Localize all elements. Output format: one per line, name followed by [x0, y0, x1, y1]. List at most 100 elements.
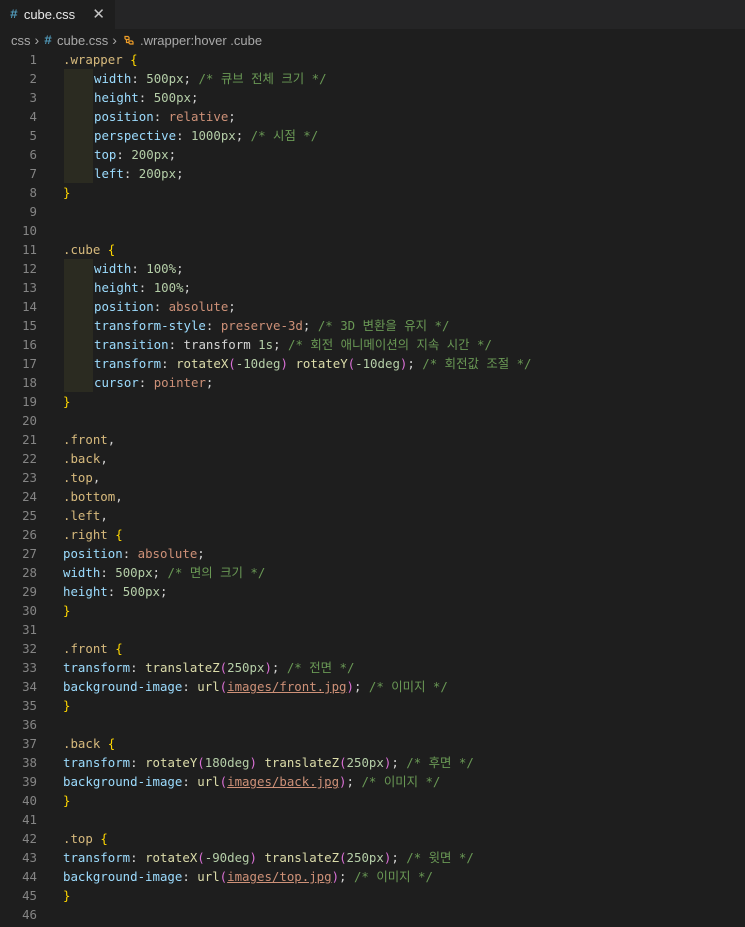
token-punct: :: [107, 584, 123, 599]
token-brace: }: [63, 888, 71, 903]
code-line[interactable]: 22 .back,: [0, 449, 745, 468]
token-brace: {: [107, 242, 116, 257]
tab-cube-css[interactable]: # cube.css ✕: [0, 0, 115, 29]
chevron-right-icon: ›: [34, 32, 40, 48]
indent-guide: [64, 107, 93, 126]
breadcrumb-file[interactable]: cube.css: [57, 33, 108, 48]
code-line[interactable]: 31: [0, 620, 745, 639]
token-num: 200px: [131, 147, 169, 162]
line-number: 45: [22, 888, 37, 903]
code-line[interactable]: 37 .back {: [0, 734, 745, 753]
line-number: 32: [22, 641, 37, 656]
code-line[interactable]: 40}: [0, 791, 745, 810]
code-line[interactable]: 5 perspective: 1000px; /* 시점 */: [0, 126, 745, 145]
code-line[interactable]: 12 width: 100%;: [0, 259, 745, 278]
code-line[interactable]: 16 transition: transform 1s; /* 회전 애니메이션의…: [0, 335, 745, 354]
code-line[interactable]: 11 .cube {: [0, 240, 745, 259]
token-num: 200px: [138, 166, 177, 181]
line-number: 14: [22, 299, 37, 314]
code-line[interactable]: 1 .wrapper {: [0, 50, 745, 69]
code-line[interactable]: 7 left: 200px;: [0, 164, 745, 183]
code-line[interactable]: 8}: [0, 183, 745, 202]
token-punct: :: [182, 869, 198, 884]
line-number: 3: [29, 90, 37, 105]
symbol-class-icon: [124, 35, 134, 45]
indent-guide: [64, 354, 93, 373]
token-prop: width: [63, 565, 101, 580]
code-line[interactable]: 25 .left,: [0, 506, 745, 525]
code-line[interactable]: 2 width: 500px; /* 큐브 전체 크기 */: [0, 69, 745, 88]
token-selector: .bottom: [63, 489, 116, 504]
code-text: transform: rotateY(180deg) translateZ(25…: [63, 753, 474, 772]
token-punct: ;: [152, 565, 168, 580]
token-comment: /* 윗면 */: [406, 850, 474, 865]
token-brace: }: [63, 793, 71, 808]
code-line[interactable]: 30}: [0, 601, 745, 620]
code-line[interactable]: 20: [0, 411, 745, 430]
token-punct: ;: [228, 109, 236, 124]
code-line[interactable]: 21 .front,: [0, 430, 745, 449]
code-text: perspective: 1000px; /* 시점 */: [94, 126, 318, 145]
token-func: url: [197, 774, 220, 789]
code-line[interactable]: 38 transform: rotateY(180deg) translateZ(…: [0, 753, 745, 772]
code-line[interactable]: 26 .right {: [0, 525, 745, 544]
code-text: transform: rotateX(-90deg) translateZ(25…: [63, 848, 474, 867]
code-line[interactable]: 42 .top {: [0, 829, 745, 848]
line-number: 15: [22, 318, 37, 333]
code-line[interactable]: 35}: [0, 696, 745, 715]
code-line[interactable]: 13 height: 100%;: [0, 278, 745, 297]
token-comment: /* 후면 */: [406, 755, 474, 770]
code-line[interactable]: 32 .front {: [0, 639, 745, 658]
token-brace: {: [115, 641, 123, 656]
close-icon[interactable]: ✕: [92, 7, 105, 22]
code-line[interactable]: 3 height: 500px;: [0, 88, 745, 107]
code-text: .back {: [63, 734, 115, 753]
code-line[interactable]: 9: [0, 202, 745, 221]
code-line[interactable]: 43 transform: rotateX(-90deg) translateZ(…: [0, 848, 745, 867]
breadcrumb-folder[interactable]: css: [11, 33, 31, 48]
token-num: -90deg: [204, 850, 250, 865]
code-line[interactable]: 46: [0, 905, 745, 924]
token-comment: /* 이미지 */: [353, 869, 433, 884]
code-line[interactable]: 17 transform: rotateX(-10deg) rotateY(-10…: [0, 354, 745, 373]
breadcrumb-symbol[interactable]: .wrapper:hover .cube: [140, 33, 262, 48]
token-punct: ;: [176, 166, 184, 181]
code-line[interactable]: 33 transform: translateZ(250px); /* 전면 */: [0, 658, 745, 677]
code-line[interactable]: 10: [0, 221, 745, 240]
code-line[interactable]: 36: [0, 715, 745, 734]
code-line[interactable]: 28 width: 500px; /* 면의 크기 */: [0, 563, 745, 582]
code-line[interactable]: 27 position: absolute;: [0, 544, 745, 563]
code-line[interactable]: 44 background-image: url(images/top.jpg);…: [0, 867, 745, 886]
token-paren: ): [249, 755, 257, 770]
code-line[interactable]: 34 background-image: url(images/front.jpg…: [0, 677, 745, 696]
line-number: 9: [29, 204, 37, 219]
code-line[interactable]: 39 background-image: url(images/back.jpg)…: [0, 772, 745, 791]
code-line[interactable]: 14 position: absolute;: [0, 297, 745, 316]
code-line[interactable]: 15 transform-style: preserve-3d; /* 3D 변환…: [0, 316, 745, 335]
token-prop: width: [94, 71, 132, 86]
code-line[interactable]: 29 height: 500px;: [0, 582, 745, 601]
token-num: 500px: [122, 584, 160, 599]
code-line[interactable]: 4 position: relative;: [0, 107, 745, 126]
code-line[interactable]: 19}: [0, 392, 745, 411]
token-punct: :: [205, 318, 221, 333]
code-line[interactable]: 6 top: 200px;: [0, 145, 745, 164]
token-punct: ;: [391, 755, 407, 770]
line-number: 42: [22, 831, 37, 846]
line-number: 39: [22, 774, 37, 789]
code-text: }: [63, 696, 70, 715]
code-text: width: 500px; /* 큐브 전체 크기 */: [94, 69, 327, 88]
line-number: 16: [22, 337, 37, 352]
code-editor[interactable]: 1 .wrapper {2 width: 500px; /* 큐브 전체 크기 */…: [0, 50, 745, 927]
code-line[interactable]: 18 cursor: pointer;: [0, 373, 745, 392]
code-line[interactable]: 45}: [0, 886, 745, 905]
indent-guide: [64, 88, 93, 107]
code-line[interactable]: 23 .top,: [0, 468, 745, 487]
token-punct: ;: [191, 90, 199, 105]
code-text: left: 200px;: [94, 164, 184, 183]
code-line[interactable]: 41: [0, 810, 745, 829]
token-num: 1s: [258, 337, 274, 352]
code-line[interactable]: 24 .bottom,: [0, 487, 745, 506]
indent-guide: [64, 126, 93, 145]
line-number: 43: [22, 850, 37, 865]
